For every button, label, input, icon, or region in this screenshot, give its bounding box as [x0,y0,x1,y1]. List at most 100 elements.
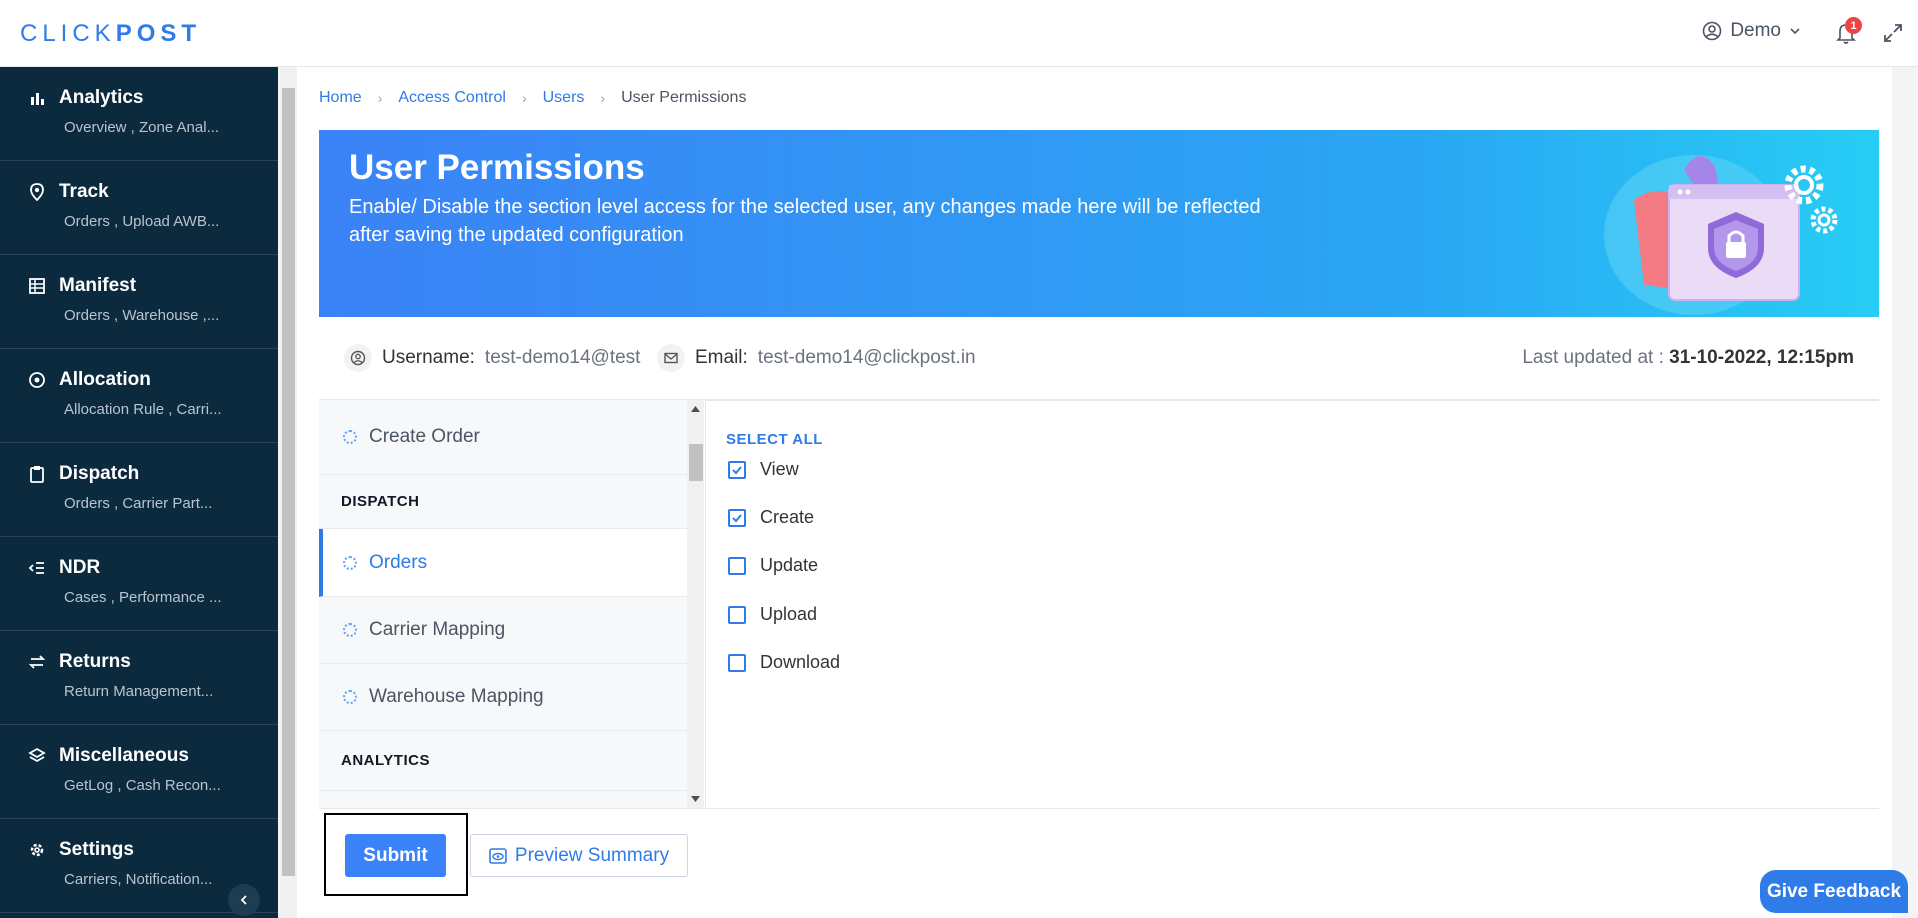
chevron-left-icon [240,895,247,905]
scroll-down-icon[interactable] [691,796,700,802]
submit-button[interactable]: Submit [345,834,446,877]
dotted-circle-icon [343,690,357,704]
sidebar-item-subtitle: Carriers, Notification... [64,871,213,888]
permission-label: View [760,459,799,479]
target-icon [29,372,45,388]
chevron-right-icon: › [377,90,383,106]
expand-icon[interactable] [1882,22,1904,44]
sidebar-item-subtitle: Allocation Rule , Carri... [64,401,222,418]
list-item-orders[interactable]: Orders [319,529,687,597]
section-list-scrollbar-thumb[interactable] [689,444,703,481]
logo-text-bold: POST [115,20,202,47]
sidebar-item-title: Miscellaneous [59,745,189,766]
main-content: Home › Access Control › Users › User Per… [297,67,1918,918]
permission-create[interactable]: Create [728,507,814,528]
checkbox-checked[interactable] [728,460,746,479]
email-value: test-demo14@clickpost.in [757,347,976,368]
page-banner: User Permissions Enable/ Disable the sec… [319,130,1879,317]
last-updated-label: Last updated at : [1522,347,1670,368]
sidebar-item-dispatch[interactable]: Dispatch Orders , Carrier Part... [0,443,278,537]
permission-update[interactable]: Update [728,555,818,576]
permission-download[interactable]: Download [728,652,840,673]
breadcrumb-current: User Permissions [621,89,747,106]
permission-label: Update [760,555,819,575]
sidebar-collapse-button[interactable] [228,884,260,916]
sidebar-item-ndr[interactable]: NDR Cases , Performance ... [0,537,278,631]
check-icon [732,465,742,474]
username-label: Username: [382,347,475,368]
select-all-link[interactable]: SELECT ALL [726,431,823,448]
list-item-label: Warehouse Mapping [369,686,544,707]
sidebar: Analytics Overview , Zone Anal... Track … [0,67,278,918]
top-bar: CLICKPOST Demo 1 [0,0,1918,67]
dotted-circle-icon [343,623,357,637]
checkbox-unchecked[interactable] [728,556,746,575]
list-item-create-order[interactable]: Create Order [319,400,687,475]
permission-view[interactable]: View [728,459,799,480]
permission-label: Upload [760,604,818,624]
page-scrollbar-thumb[interactable] [282,88,295,876]
mail-icon [657,344,685,372]
sidebar-item-allocation[interactable]: Allocation Allocation Rule , Carri... [0,349,278,443]
sidebar-item-subtitle: Cases , Performance ... [64,589,222,606]
breadcrumb-home[interactable]: Home [319,89,362,107]
page-title: User Permissions [349,148,645,187]
sidebar-item-analytics[interactable]: Analytics Overview , Zone Anal... [0,67,278,161]
dotted-circle-icon [343,430,357,444]
user-circle-icon [1703,21,1722,41]
email-label: Email: [695,347,748,368]
breadcrumb: Home › Access Control › Users › User Per… [319,89,746,107]
clipboard-icon [30,466,44,483]
sidebar-item-returns[interactable]: Returns Return Management... [0,631,278,725]
sidebar-item-subtitle: Overview , Zone Anal... [64,119,220,136]
permissions-panel: SELECT ALL View Create Update Upload Dow… [705,400,1879,808]
list-item-carrier-mapping[interactable]: Carrier Mapping [319,597,687,664]
list-item-label: Carrier Mapping [369,619,506,640]
permission-label: Create [760,507,815,527]
preview-summary-button[interactable]: Preview Summary [470,834,688,877]
username-info: Username: test-demo14@test [344,344,640,372]
section-header-dispatch: DISPATCH [319,475,687,529]
permissions-card: Home › Access Control › Users › User Per… [297,67,1892,918]
breadcrumb-access-control[interactable]: Access Control [398,89,506,107]
breadcrumb-users[interactable]: Users [543,89,585,107]
swap-arrows-icon [28,655,46,669]
give-feedback-button[interactable]: Give Feedback [1760,870,1908,913]
scroll-up-icon[interactable] [691,406,700,412]
chevron-right-icon: › [600,90,606,106]
sidebar-item-title: Track [59,181,109,202]
sidebar-item-title: NDR [59,557,101,578]
sidebar-item-track[interactable]: Track Orders , Upload AWB... [0,161,278,255]
section-list: Create Order DISPATCH Orders Carrier Map… [319,400,687,808]
checkbox-unchecked[interactable] [728,605,746,624]
sidebar-item-title: Settings [59,839,134,860]
chevron-down-icon [1790,28,1800,35]
permission-upload[interactable]: Upload [728,604,817,625]
list-return-icon [28,562,44,574]
page-description: Enable/ Disable the section level access… [349,196,1261,246]
last-updated-value: 31-10-2022, 12:15pm [1669,347,1854,368]
user-menu[interactable]: Demo [1702,20,1801,42]
chevron-right-icon: › [521,90,527,106]
layers-icon [28,747,46,763]
sidebar-item-subtitle: Return Management... [64,683,214,700]
username-value: test-demo14@test [484,347,641,368]
gear-icon [30,843,44,857]
sidebar-item-manifest[interactable]: Manifest Orders , Warehouse ,... [0,255,278,349]
sidebar-item-subtitle: Orders , Warehouse ,... [64,307,220,324]
list-item-label: Orders [369,551,428,573]
checkbox-unchecked[interactable] [728,653,746,672]
sidebar-item-title: Dispatch [59,463,140,484]
bar-chart-icon [31,93,44,105]
sidebar-item-miscellaneous[interactable]: Miscellaneous GetLog , Cash Recon... [0,725,278,819]
user-name: Demo [1730,20,1781,41]
sidebar-item-subtitle: GetLog , Cash Recon... [64,777,221,794]
checkbox-checked[interactable] [728,508,746,527]
sidebar-item-title: Analytics [59,87,144,108]
clickpost-logo[interactable]: CLICKPOST [20,20,201,48]
permission-label: Download [760,652,841,672]
preview-eye-icon [489,847,507,864]
list-item-warehouse-mapping[interactable]: Warehouse Mapping [319,664,687,731]
footer-divider [319,808,1879,809]
sidebar-item-title: Returns [59,651,131,672]
